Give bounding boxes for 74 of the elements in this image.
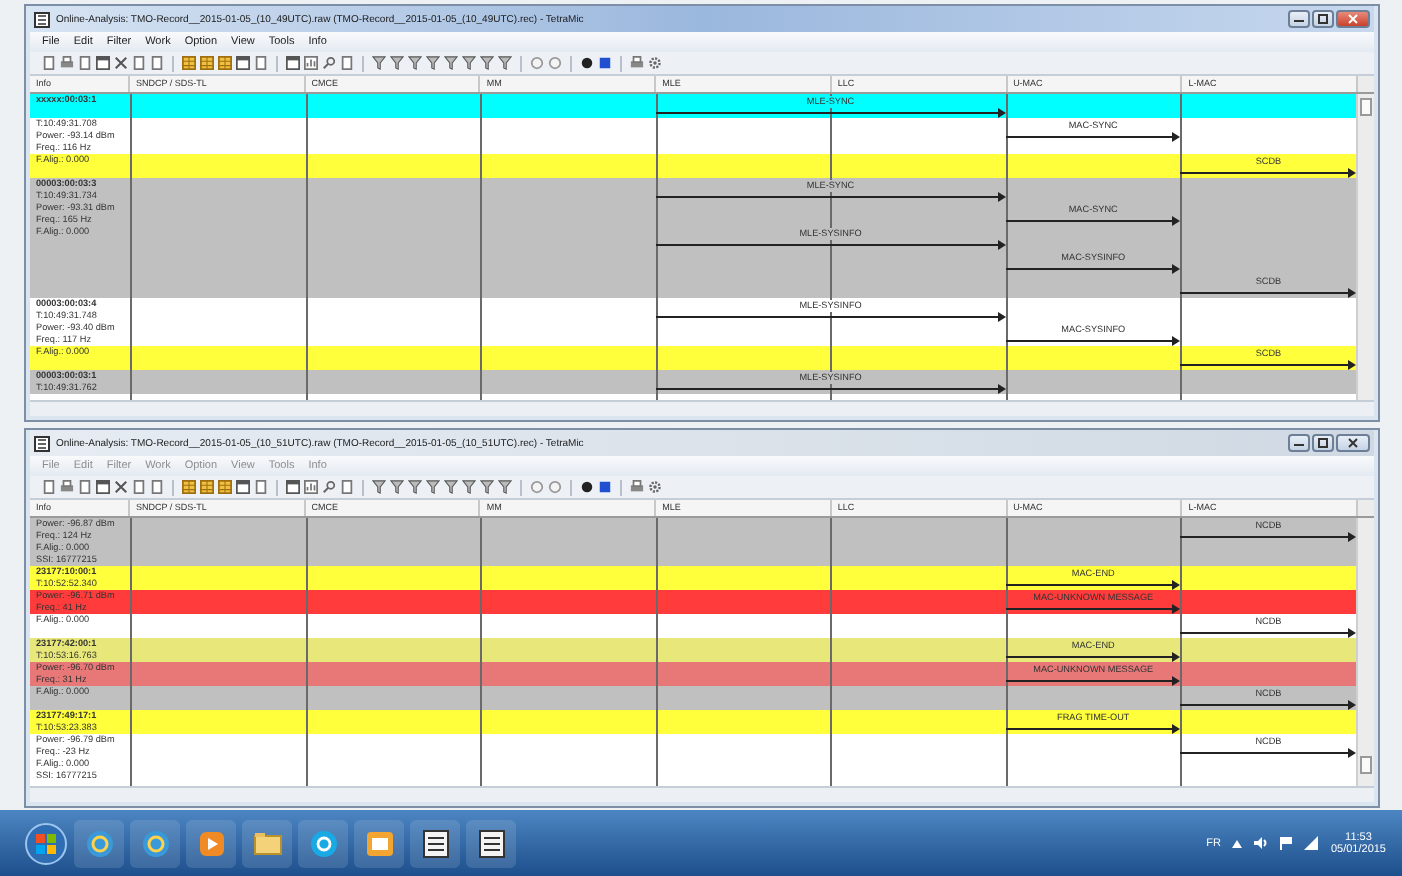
cross-icon[interactable]	[114, 480, 128, 494]
search-icon[interactable]	[322, 480, 336, 494]
browser-icon	[139, 827, 171, 859]
media-player-icon	[195, 827, 227, 859]
table-icon[interactable]	[182, 56, 196, 70]
window-icon[interactable]	[96, 480, 110, 494]
minimize-icon	[1294, 16, 1304, 22]
window-icon[interactable]	[236, 56, 250, 70]
stop-icon[interactable]	[598, 480, 612, 494]
window-icon[interactable]	[286, 56, 300, 70]
taskbar-button[interactable]	[466, 819, 516, 867]
stop-icon[interactable]	[598, 56, 612, 70]
settings-icon[interactable]	[648, 480, 662, 494]
taskbar-button[interactable]	[410, 819, 460, 867]
page-icon[interactable]	[78, 56, 92, 70]
close-icon	[1348, 14, 1358, 24]
search-icon[interactable]	[322, 56, 336, 70]
app-icon	[34, 11, 50, 27]
circle-icon[interactable]	[548, 56, 562, 70]
speaker-icon[interactable]	[1254, 836, 1269, 850]
minimize-button[interactable]	[1288, 434, 1310, 452]
scrollbar[interactable]	[1356, 94, 1374, 400]
close-button[interactable]	[1336, 434, 1370, 452]
taskbar-button[interactable]	[354, 819, 404, 867]
scrollbar-thumb[interactable]	[1360, 756, 1372, 774]
table-icon[interactable]	[200, 56, 214, 70]
page-icon[interactable]	[254, 56, 268, 70]
app-icon	[419, 827, 451, 859]
app-icon	[475, 827, 507, 859]
chart-icon[interactable]	[304, 56, 318, 70]
folder-icon	[251, 827, 283, 859]
page-icon[interactable]	[42, 56, 56, 70]
page-icon[interactable]	[254, 480, 268, 494]
record-icon[interactable]	[580, 56, 594, 70]
page-icon[interactable]	[78, 480, 92, 494]
cross-icon[interactable]	[114, 56, 128, 70]
close-button[interactable]	[1336, 10, 1370, 28]
mail-app-icon	[363, 827, 395, 859]
settings-icon[interactable]	[648, 56, 662, 70]
record-icon[interactable]	[580, 480, 594, 494]
table-icon[interactable]	[200, 480, 214, 494]
circle-icon[interactable]	[530, 56, 544, 70]
window-icon[interactable]	[236, 480, 250, 494]
chart-icon[interactable]	[304, 480, 318, 494]
circle-icon[interactable]	[548, 480, 562, 494]
signal-icon[interactable]	[1304, 836, 1319, 850]
browser-icon	[83, 827, 115, 859]
minimize-button[interactable]	[1288, 10, 1310, 28]
circle-icon[interactable]	[530, 480, 544, 494]
maximize-icon	[1318, 438, 1328, 448]
table-icon[interactable]	[182, 480, 196, 494]
chat-app-icon	[307, 827, 339, 859]
up-arrow-icon[interactable]	[1232, 839, 1243, 847]
start-button-icon[interactable]	[24, 821, 68, 865]
printer-icon[interactable]	[630, 480, 644, 494]
window-icon[interactable]	[286, 480, 300, 494]
page-icon[interactable]	[42, 480, 56, 494]
taskbar-button[interactable]	[298, 819, 348, 867]
maximize-button[interactable]	[1312, 10, 1334, 28]
printer-icon[interactable]	[630, 56, 644, 70]
scrollbar[interactable]	[1356, 518, 1374, 786]
app-icon	[34, 435, 50, 451]
flag-icon[interactable]	[1280, 836, 1293, 850]
printer-icon[interactable]	[60, 480, 74, 494]
close-icon	[1348, 438, 1358, 448]
printer-icon[interactable]	[60, 56, 74, 70]
scrollbar-thumb[interactable]	[1360, 98, 1372, 116]
maximize-button[interactable]	[1312, 434, 1334, 452]
page-icon[interactable]	[340, 480, 354, 494]
page-icon[interactable]	[340, 56, 354, 70]
taskbar-button[interactable]	[186, 819, 236, 867]
window-icon[interactable]	[96, 56, 110, 70]
maximize-icon	[1318, 14, 1328, 24]
minimize-icon	[1294, 440, 1304, 446]
